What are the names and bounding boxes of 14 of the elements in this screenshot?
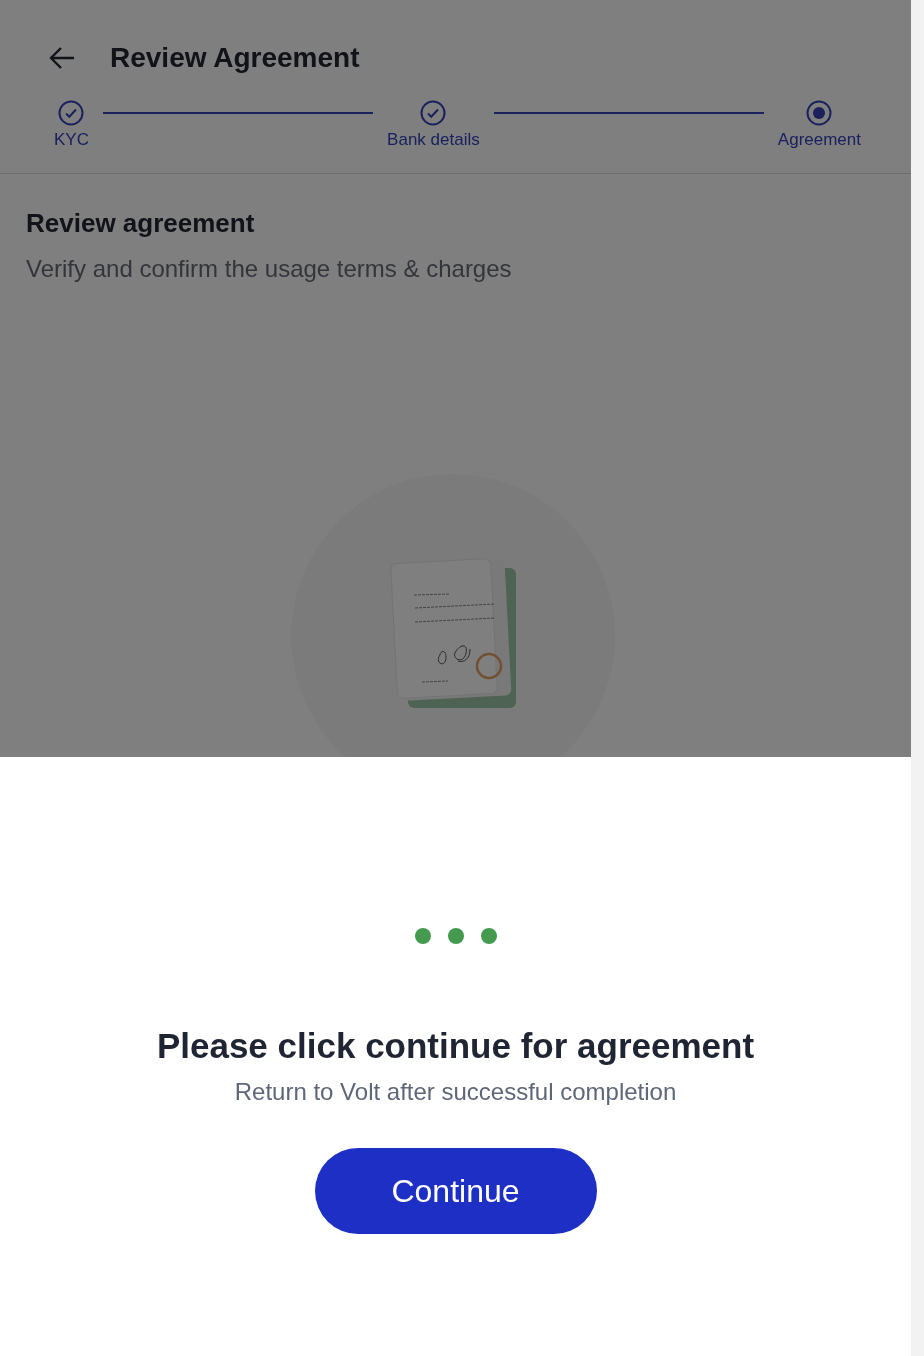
current-step-icon: [806, 100, 833, 126]
sheet-title: Please click continue for agreement: [156, 1026, 755, 1066]
sheet-subtitle: Return to Volt after successful completion: [234, 1078, 677, 1106]
continue-button[interactable]: Continue: [314, 1148, 597, 1234]
page-title: Review Agreement: [110, 42, 360, 74]
check-circle-icon: [420, 100, 447, 126]
step-label: Agreement: [777, 130, 861, 150]
step-label: Bank details: [387, 130, 480, 150]
check-circle-icon: [58, 100, 85, 126]
loading-dots-icon: [414, 928, 497, 944]
section-title: Review agreement: [26, 208, 256, 239]
back-arrow-icon[interactable]: [48, 46, 76, 70]
section-subtitle: Verify and confirm the usage terms & charges: [26, 255, 513, 283]
step-label: KYC: [54, 130, 89, 150]
